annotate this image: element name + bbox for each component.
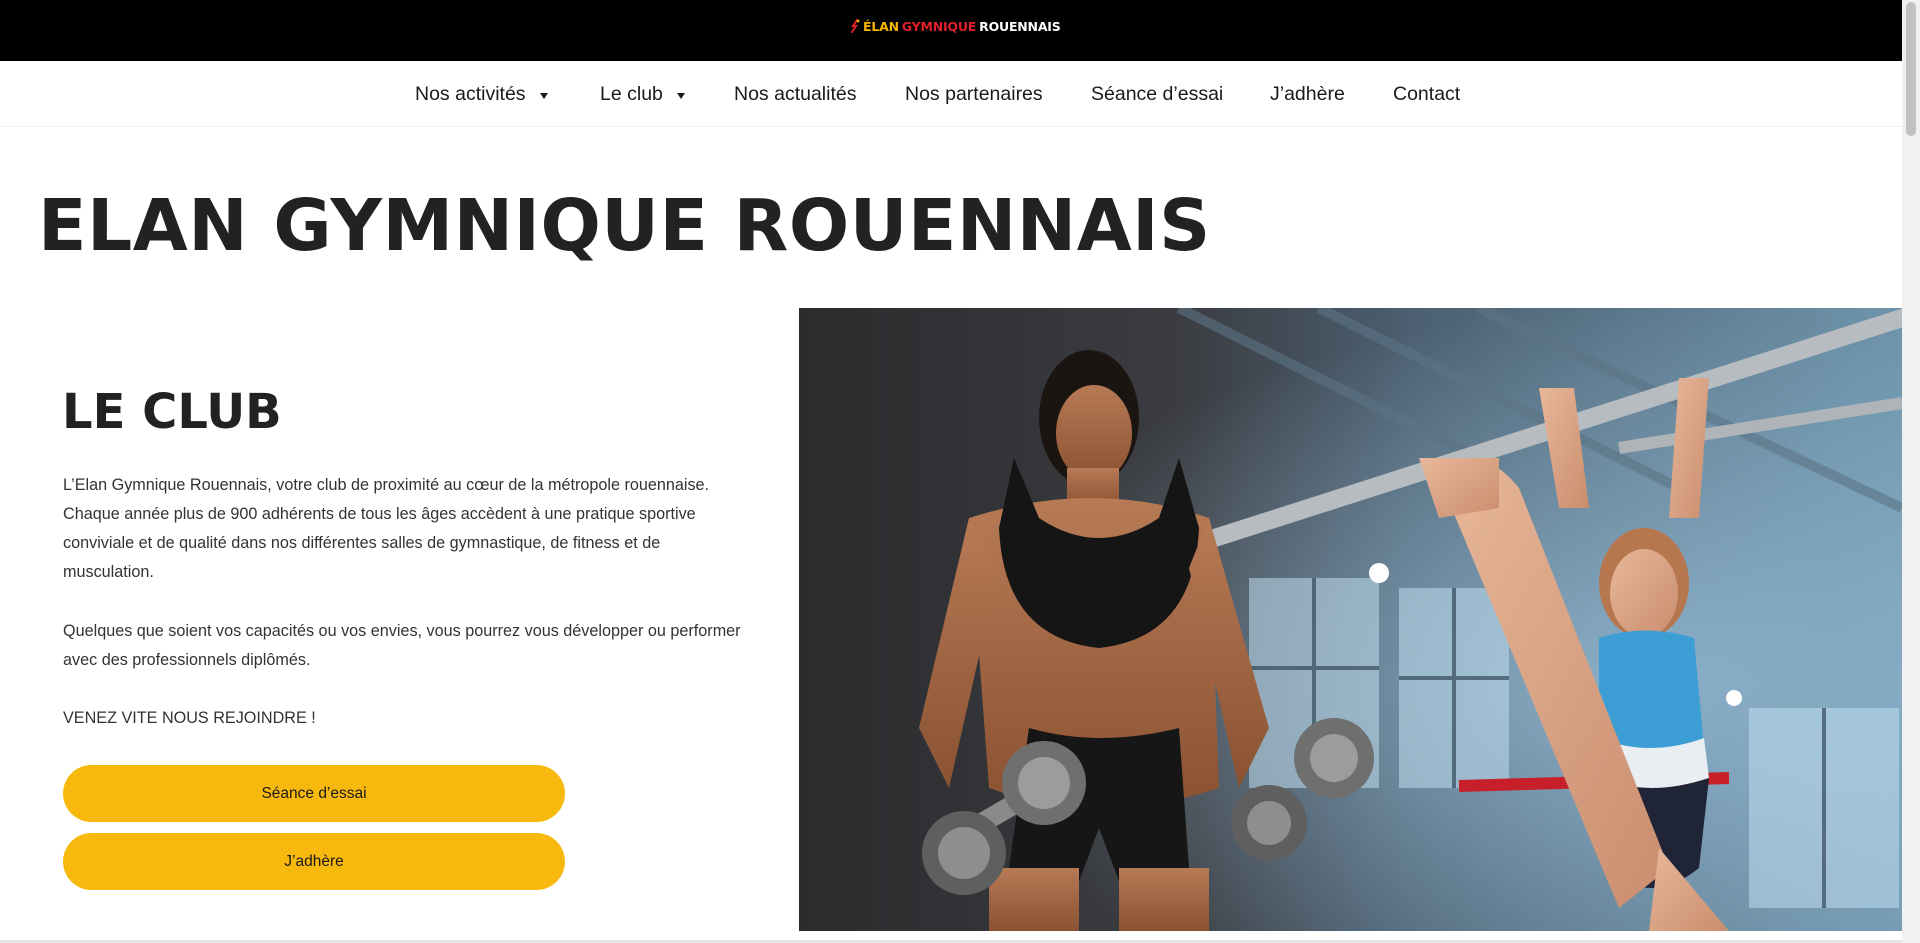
top-bar: ÉLAN GYMNIQUE ROUENNAIS	[0, 0, 1902, 61]
nav-item-actualites[interactable]: Nos actualités	[734, 83, 856, 106]
section-title: LE CLUB	[62, 384, 282, 440]
nav-item-label: Nos partenaires	[905, 83, 1043, 105]
caret-down-icon	[676, 92, 685, 99]
logo-word-elan: ÉLAN	[863, 18, 899, 34]
capacities-paragraph: Quelques que soient vos capacités ou vos…	[63, 622, 741, 669]
caret-down-icon	[539, 92, 548, 99]
hero-photo	[799, 308, 1902, 931]
logo-word-gymnique: GYMNIQUE	[901, 18, 977, 34]
logo-word-rouennais: ROUENNAIS	[979, 18, 1061, 34]
nav-item-label: Contact	[1393, 83, 1461, 105]
nav-item-activites[interactable]: Nos activités	[415, 83, 548, 106]
join-button[interactable]: J’adhère	[63, 833, 565, 890]
page-scrollbar[interactable]	[1902, 0, 1920, 943]
nav-item-adhere[interactable]: J’adhère	[1270, 83, 1345, 106]
nav-item-label: Nos actualités	[734, 83, 857, 105]
main-nav: Nos activités Le club Nos actualités Nos…	[0, 61, 1902, 127]
scrollbar-thumb[interactable]	[1906, 2, 1916, 136]
page-title: ELAN GYMNIQUE ROUENNAIS	[38, 184, 1211, 267]
intro-paragraph: L’Elan Gymnique Rouennais, votre club de…	[63, 476, 710, 581]
nav-item-le-club[interactable]: Le club	[600, 83, 685, 106]
trial-session-button[interactable]: Séance d’essai	[63, 765, 565, 822]
nav-item-label: Le club	[600, 83, 663, 105]
nav-item-label: J’adhère	[1270, 83, 1345, 105]
join-callout: VENEZ VITE NOUS REJOINDRE !	[63, 709, 316, 727]
gymnast-icon	[850, 19, 860, 33]
nav-item-contact[interactable]: Contact	[1393, 83, 1460, 106]
nav-item-partenaires[interactable]: Nos partenaires	[905, 83, 1043, 106]
site-logo[interactable]: ÉLAN GYMNIQUE ROUENNAIS	[850, 17, 1061, 35]
nav-item-label: Séance d’essai	[1091, 83, 1224, 105]
nav-item-seance-essai[interactable]: Séance d’essai	[1091, 83, 1223, 106]
nav-item-label: Nos activités	[415, 83, 526, 105]
